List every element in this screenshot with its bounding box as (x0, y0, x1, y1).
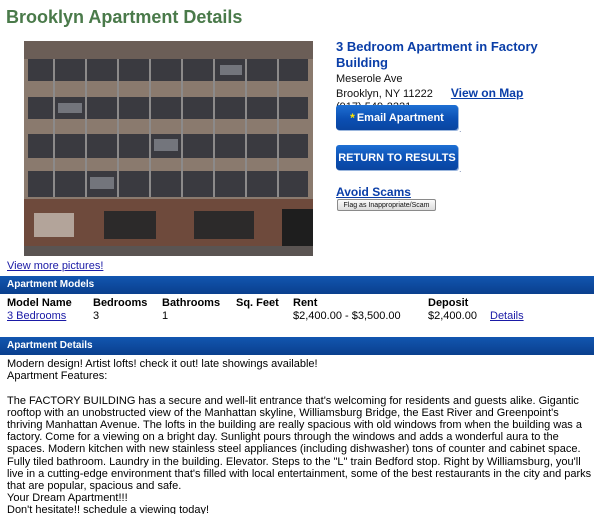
star-icon: * (350, 110, 355, 125)
col-header-rent: Rent (293, 297, 318, 309)
closing-line-1: Your Dream Apartment!!! (7, 492, 128, 505)
listing-info: 3 Bedroom Apartment in Factory Building … (336, 39, 591, 115)
model-details-link[interactable]: Details (490, 310, 524, 322)
city: Brooklyn, NY 11222 (336, 87, 433, 100)
col-header-bedrooms: Bedrooms (93, 297, 148, 309)
col-header-deposit: Deposit (428, 297, 469, 309)
apartment-photo[interactable] (24, 41, 313, 256)
button-corner-mark: . (459, 124, 462, 134)
model-rent: $2,400.00 - $3,500.00 (293, 310, 401, 322)
apartment-models-header: Apartment Models (0, 276, 594, 294)
features-label: Apartment Features: (7, 370, 108, 383)
model-deposit: $2,400.00 (428, 310, 477, 322)
building-image (24, 41, 313, 256)
model-name-link[interactable]: 3 Bedrooms (7, 310, 66, 322)
city-row: Brooklyn, NY 11222 View on Map (336, 86, 591, 102)
model-bedrooms: 3 (93, 310, 100, 322)
email-apartment-button[interactable]: * Email Apartment (336, 105, 458, 130)
return-to-results-button[interactable]: RETURN TO RESULTS (336, 145, 458, 170)
return-button-label: RETURN TO RESULTS (338, 151, 456, 164)
flag-inappropriate-button[interactable]: Flag as Inappropriate/Scam (337, 199, 436, 211)
details-text: Modern design! Artist lofts! check it ou… (7, 358, 595, 514)
col-header-sq-feet: Sq. Feet (236, 297, 279, 309)
details-description: The FACTORY BUILDING has a secure and we… (7, 394, 592, 493)
street: Meserole Ave (336, 73, 403, 85)
email-button-label: Email Apartment (356, 111, 444, 124)
listing-title[interactable]: 3 Bedroom Apartment in Factory Building (336, 39, 591, 71)
button-corner-mark: . (459, 164, 462, 174)
view-more-pictures-link[interactable]: View more pictures! (7, 260, 103, 272)
view-on-map-link[interactable]: View on Map (451, 86, 523, 101)
apartment-details-header: Apartment Details (0, 337, 594, 355)
model-bathrooms: 1 (162, 310, 169, 322)
col-header-bathrooms: Bathrooms (162, 297, 221, 309)
col-header-model-name: Model Name (7, 297, 72, 309)
details-intro: Modern design! Artist lofts! check it ou… (7, 358, 318, 370)
page-title: Brooklyn Apartment Details (6, 7, 243, 27)
closing-line-2: Don't hesitate!! schedule a viewing toda… (7, 504, 210, 514)
avoid-scams-link[interactable]: Avoid Scams (336, 185, 411, 199)
